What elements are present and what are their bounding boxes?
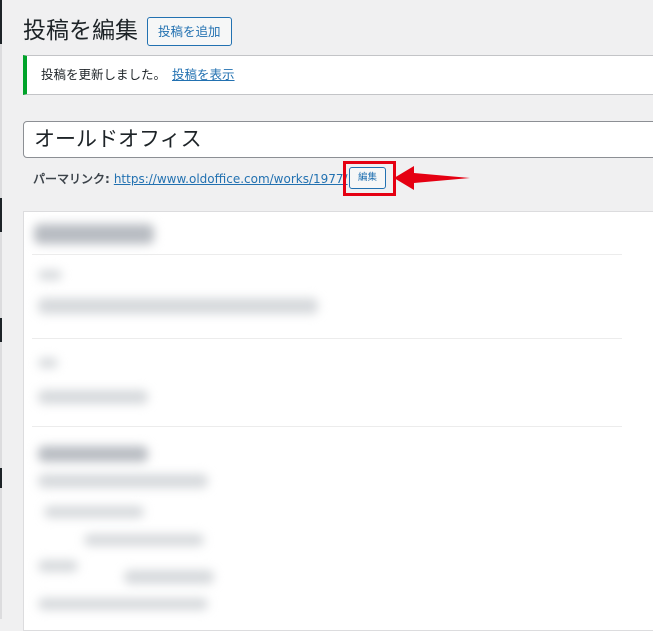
blurred-text	[44, 506, 144, 518]
editor-divider	[32, 426, 622, 427]
content-editor[interactable]	[23, 211, 653, 631]
add-new-post-button[interactable]: 投稿を追加	[147, 17, 232, 46]
admin-sidebar-edge	[0, 0, 2, 619]
page-title: 投稿を編集	[23, 18, 138, 44]
permalink-url-link[interactable]: https://www.oldoffice.com/works/1977/	[114, 172, 348, 186]
permalink-label: パーマリンク:	[33, 172, 110, 186]
blurred-text	[38, 446, 148, 462]
blurred-text	[38, 298, 318, 314]
blurred-label	[38, 358, 58, 368]
blurred-text	[38, 560, 78, 572]
post-title-input[interactable]: オールドオフィス	[23, 121, 653, 158]
red-arrow-left-icon	[394, 166, 470, 190]
editor-divider	[32, 254, 622, 255]
permalink-edit-button[interactable]: 編集	[349, 167, 386, 189]
permalink-row: パーマリンク: https://www.oldoffice.com/works/1…	[33, 170, 348, 188]
update-notice: 投稿を更新しました。 投稿を表示	[23, 55, 653, 95]
blurred-text	[38, 390, 148, 404]
view-post-link[interactable]: 投稿を表示	[172, 67, 235, 82]
blurred-text	[38, 598, 208, 610]
editor-divider	[32, 338, 622, 339]
notice-message: 投稿を更新しました。	[41, 67, 167, 82]
blurred-text	[124, 570, 214, 584]
blurred-text	[38, 474, 208, 488]
blurred-heading	[34, 224, 154, 244]
blurred-text	[84, 534, 204, 546]
blurred-label	[38, 270, 62, 280]
